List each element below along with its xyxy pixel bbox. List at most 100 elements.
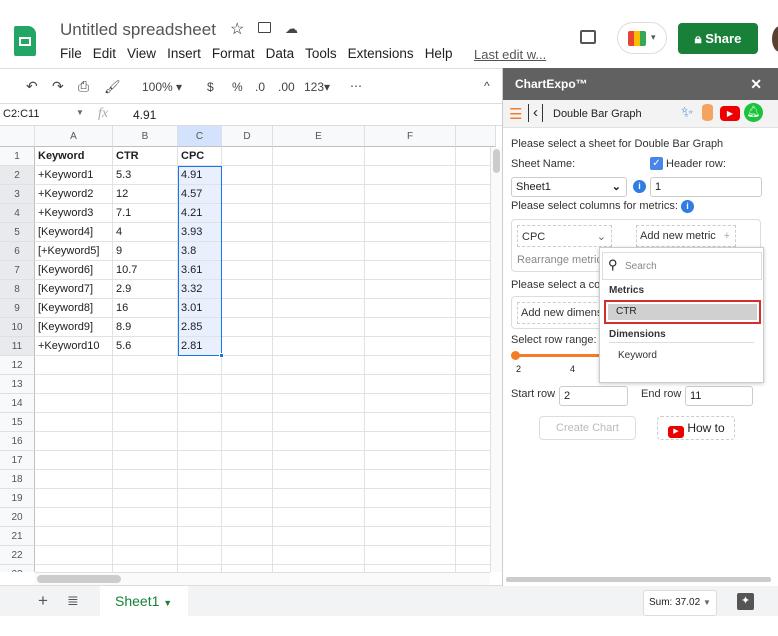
cell[interactable]: 2.85 bbox=[178, 318, 222, 337]
row-header[interactable]: 4 bbox=[0, 204, 35, 223]
cell[interactable]: [Keyword8] bbox=[35, 299, 113, 318]
close-icon[interactable]: ✕ bbox=[750, 68, 762, 100]
cell[interactable]: CPC bbox=[178, 147, 222, 166]
notification-bell-icon[interactable]: 🔔︎ bbox=[744, 103, 763, 122]
cell[interactable] bbox=[113, 470, 178, 489]
metrics-info-icon[interactable]: i bbox=[681, 200, 694, 213]
menu-format[interactable]: Format bbox=[212, 46, 255, 61]
row-header[interactable]: 16 bbox=[0, 432, 35, 451]
cell[interactable] bbox=[273, 356, 365, 375]
cell[interactable] bbox=[365, 299, 456, 318]
column-header[interactable]: C bbox=[178, 126, 222, 147]
cell[interactable] bbox=[273, 299, 365, 318]
back-icon[interactable]: ‹ bbox=[528, 104, 543, 122]
cell[interactable] bbox=[365, 147, 456, 166]
cell[interactable]: 2.9 bbox=[113, 280, 178, 299]
hamburger-icon[interactable]: ☰ bbox=[509, 105, 522, 123]
cell[interactable]: 12 bbox=[113, 185, 178, 204]
row-header[interactable]: 12 bbox=[0, 356, 35, 375]
row-header[interactable]: 11 bbox=[0, 337, 35, 356]
cell[interactable] bbox=[35, 451, 113, 470]
column-header[interactable]: E bbox=[273, 126, 365, 147]
cell[interactable] bbox=[365, 261, 456, 280]
row-header[interactable]: 9 bbox=[0, 299, 35, 318]
cell[interactable] bbox=[273, 261, 365, 280]
percent-button[interactable]: % bbox=[232, 80, 243, 94]
cell[interactable] bbox=[365, 223, 456, 242]
cell[interactable] bbox=[222, 337, 273, 356]
youtube-icon[interactable]: ▶ bbox=[720, 106, 740, 121]
menu-view[interactable]: View bbox=[127, 46, 156, 61]
cell[interactable]: 9 bbox=[113, 242, 178, 261]
cell[interactable] bbox=[113, 413, 178, 432]
menu-edit[interactable]: Edit bbox=[93, 46, 116, 61]
cell[interactable] bbox=[35, 527, 113, 546]
cell[interactable]: 3.8 bbox=[178, 242, 222, 261]
row-range-slider[interactable] bbox=[515, 354, 605, 357]
slider-handle-start[interactable] bbox=[511, 351, 520, 360]
format-select[interactable]: 123▾ bbox=[304, 80, 330, 94]
document-title[interactable]: Untitled spreadsheet bbox=[60, 20, 216, 40]
cell[interactable] bbox=[273, 166, 365, 185]
cell[interactable] bbox=[273, 242, 365, 261]
cell[interactable] bbox=[113, 489, 178, 508]
row-header[interactable]: 5 bbox=[0, 223, 35, 242]
row-header[interactable]: 1 bbox=[0, 147, 35, 166]
move-folder-icon[interactable] bbox=[258, 22, 271, 33]
cell[interactable]: 3.01 bbox=[178, 299, 222, 318]
cell[interactable]: +Keyword10 bbox=[35, 337, 113, 356]
cell[interactable] bbox=[222, 432, 273, 451]
cell[interactable]: 4.21 bbox=[178, 204, 222, 223]
cell[interactable] bbox=[222, 394, 273, 413]
cell[interactable] bbox=[273, 147, 365, 166]
cell[interactable] bbox=[273, 204, 365, 223]
create-chart-button[interactable]: Create Chart bbox=[539, 416, 636, 440]
meet-button[interactable]: ▾ bbox=[617, 22, 667, 54]
cell[interactable] bbox=[178, 565, 222, 572]
decrease-decimal-button[interactable]: .0 bbox=[255, 80, 265, 94]
cell[interactable]: 8.9 bbox=[113, 318, 178, 337]
cell[interactable] bbox=[273, 508, 365, 527]
column-header[interactable]: A bbox=[35, 126, 113, 147]
database-add-icon[interactable] bbox=[702, 104, 713, 121]
cell[interactable] bbox=[222, 451, 273, 470]
row-header[interactable]: 21 bbox=[0, 527, 35, 546]
cell[interactable]: 2.81 bbox=[178, 337, 222, 356]
cell[interactable] bbox=[178, 413, 222, 432]
cell[interactable] bbox=[178, 489, 222, 508]
info-icon[interactable]: i bbox=[633, 180, 646, 193]
cell[interactable]: 16 bbox=[113, 299, 178, 318]
cell[interactable] bbox=[365, 565, 456, 572]
cell[interactable] bbox=[178, 375, 222, 394]
row-header[interactable]: 18 bbox=[0, 470, 35, 489]
cell[interactable] bbox=[273, 413, 365, 432]
cell[interactable] bbox=[365, 546, 456, 565]
menu-tools[interactable]: Tools bbox=[305, 46, 337, 61]
vertical-scrollbar[interactable] bbox=[490, 147, 502, 572]
cell[interactable] bbox=[365, 489, 456, 508]
row-header[interactable]: 8 bbox=[0, 280, 35, 299]
cell[interactable] bbox=[222, 185, 273, 204]
cell[interactable] bbox=[178, 451, 222, 470]
row-header[interactable]: 2 bbox=[0, 166, 35, 185]
star-icon[interactable]: ☆ bbox=[230, 19, 244, 39]
cell[interactable]: +Keyword3 bbox=[35, 204, 113, 223]
magic-wand-icon[interactable]: ✨︎ bbox=[681, 104, 693, 121]
row-header[interactable]: 17 bbox=[0, 451, 35, 470]
dropdown-item-ctr[interactable]: CTR bbox=[604, 300, 761, 324]
menu-file[interactable]: File bbox=[60, 46, 82, 61]
cell[interactable] bbox=[273, 223, 365, 242]
cell[interactable]: +Keyword1 bbox=[35, 166, 113, 185]
cell[interactable] bbox=[35, 565, 113, 572]
undo-icon[interactable]: ↶ bbox=[26, 78, 38, 95]
cell[interactable]: [Keyword6] bbox=[35, 261, 113, 280]
column-header[interactable]: B bbox=[113, 126, 178, 147]
cell[interactable] bbox=[365, 280, 456, 299]
cell[interactable] bbox=[113, 527, 178, 546]
row-header[interactable]: 14 bbox=[0, 394, 35, 413]
explore-icon[interactable]: ✦ bbox=[737, 593, 754, 610]
cell[interactable] bbox=[365, 394, 456, 413]
cell[interactable] bbox=[273, 527, 365, 546]
cell[interactable]: 5.6 bbox=[113, 337, 178, 356]
cell[interactable]: 4.57 bbox=[178, 185, 222, 204]
